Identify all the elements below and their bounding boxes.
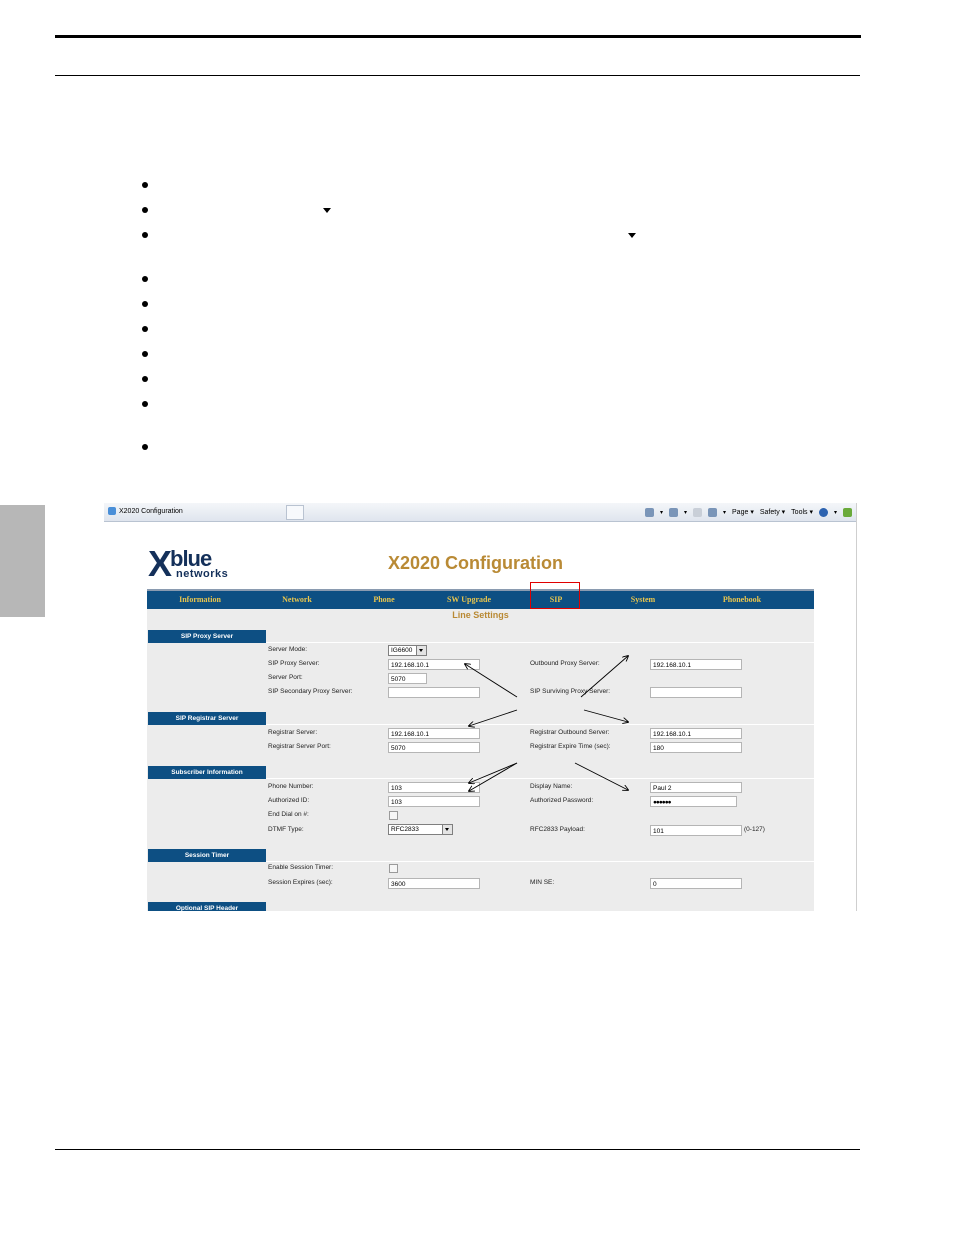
mail-icon[interactable] — [693, 507, 702, 517]
arrow — [469, 762, 518, 791]
main-nav: Information Network Phone SW Upgrade SIP… — [147, 589, 814, 609]
chevron-down-icon[interactable]: ▾ — [660, 509, 663, 516]
chapter-side-tab — [0, 505, 45, 617]
safety-menu[interactable]: Safety ▾ — [760, 508, 785, 516]
tools-menu[interactable]: Tools ▾ — [791, 508, 813, 516]
browser-toolbar: X2020 Configuration ▾ ▾ ▾ Page ▾ Safety … — [104, 503, 856, 522]
arrow — [580, 656, 628, 698]
header-rule-thin — [55, 75, 860, 76]
footer-rule — [55, 1149, 860, 1150]
bullet — [142, 401, 148, 407]
xblue-logo: X blue networks — [148, 543, 229, 584]
config-page: X blue networks X2020 Configuration Info… — [104, 522, 856, 911]
page-favicon-icon — [108, 507, 116, 516]
selected-nav-highlight — [530, 582, 580, 609]
browser-command-bar: ▾ ▾ ▾ Page ▾ Safety ▾ Tools ▾ ▾ — [644, 506, 852, 518]
nav-network[interactable]: Network — [262, 591, 332, 609]
dropdown-caret-icon — [628, 233, 636, 238]
arrow — [469, 762, 518, 783]
chevron-down-icon[interactable]: ▾ — [723, 509, 726, 516]
chevron-down-icon[interactable]: ▾ — [834, 509, 837, 516]
bullet — [142, 232, 148, 238]
bullet — [142, 376, 148, 382]
bullet — [142, 182, 148, 188]
nav-system[interactable]: System — [608, 591, 678, 609]
config-screenshot: X2020 Configuration ▾ ▾ ▾ Page ▾ Safety … — [104, 503, 857, 911]
research-icon[interactable] — [843, 507, 852, 517]
nav-phone[interactable]: Phone — [349, 591, 419, 609]
arrow — [469, 709, 518, 726]
bullet — [142, 301, 148, 307]
page-title: X2020 Configuration — [388, 553, 564, 573]
browser-tab-title: X2020 Configuration — [119, 508, 183, 515]
bullet — [142, 276, 148, 282]
annotation-arrows — [147, 609, 814, 911]
browser-tab[interactable]: X2020 Configuration — [108, 505, 183, 519]
feeds-icon[interactable] — [668, 507, 678, 517]
chevron-down-icon[interactable]: ▾ — [684, 509, 687, 516]
arrow — [583, 709, 628, 722]
bullet — [142, 207, 148, 213]
help-icon[interactable] — [818, 507, 828, 517]
bullet — [142, 351, 148, 357]
page-menu[interactable]: Page ▾ — [732, 508, 754, 516]
nav-sw-upgrade[interactable]: SW Upgrade — [434, 591, 504, 609]
bullet — [142, 326, 148, 332]
home-icon[interactable] — [644, 507, 654, 517]
dropdown-caret-icon — [323, 208, 331, 213]
arrow — [465, 664, 518, 698]
print-icon[interactable] — [708, 507, 717, 517]
nav-information[interactable]: Information — [165, 591, 235, 609]
header-rule-thick — [55, 35, 861, 38]
new-tab-button[interactable] — [286, 505, 304, 520]
bullet — [142, 444, 148, 450]
arrow — [574, 762, 628, 790]
line-settings-form: Line Settings SIP Proxy Server Server Mo… — [147, 609, 814, 911]
nav-phonebook[interactable]: Phonebook — [707, 591, 777, 609]
